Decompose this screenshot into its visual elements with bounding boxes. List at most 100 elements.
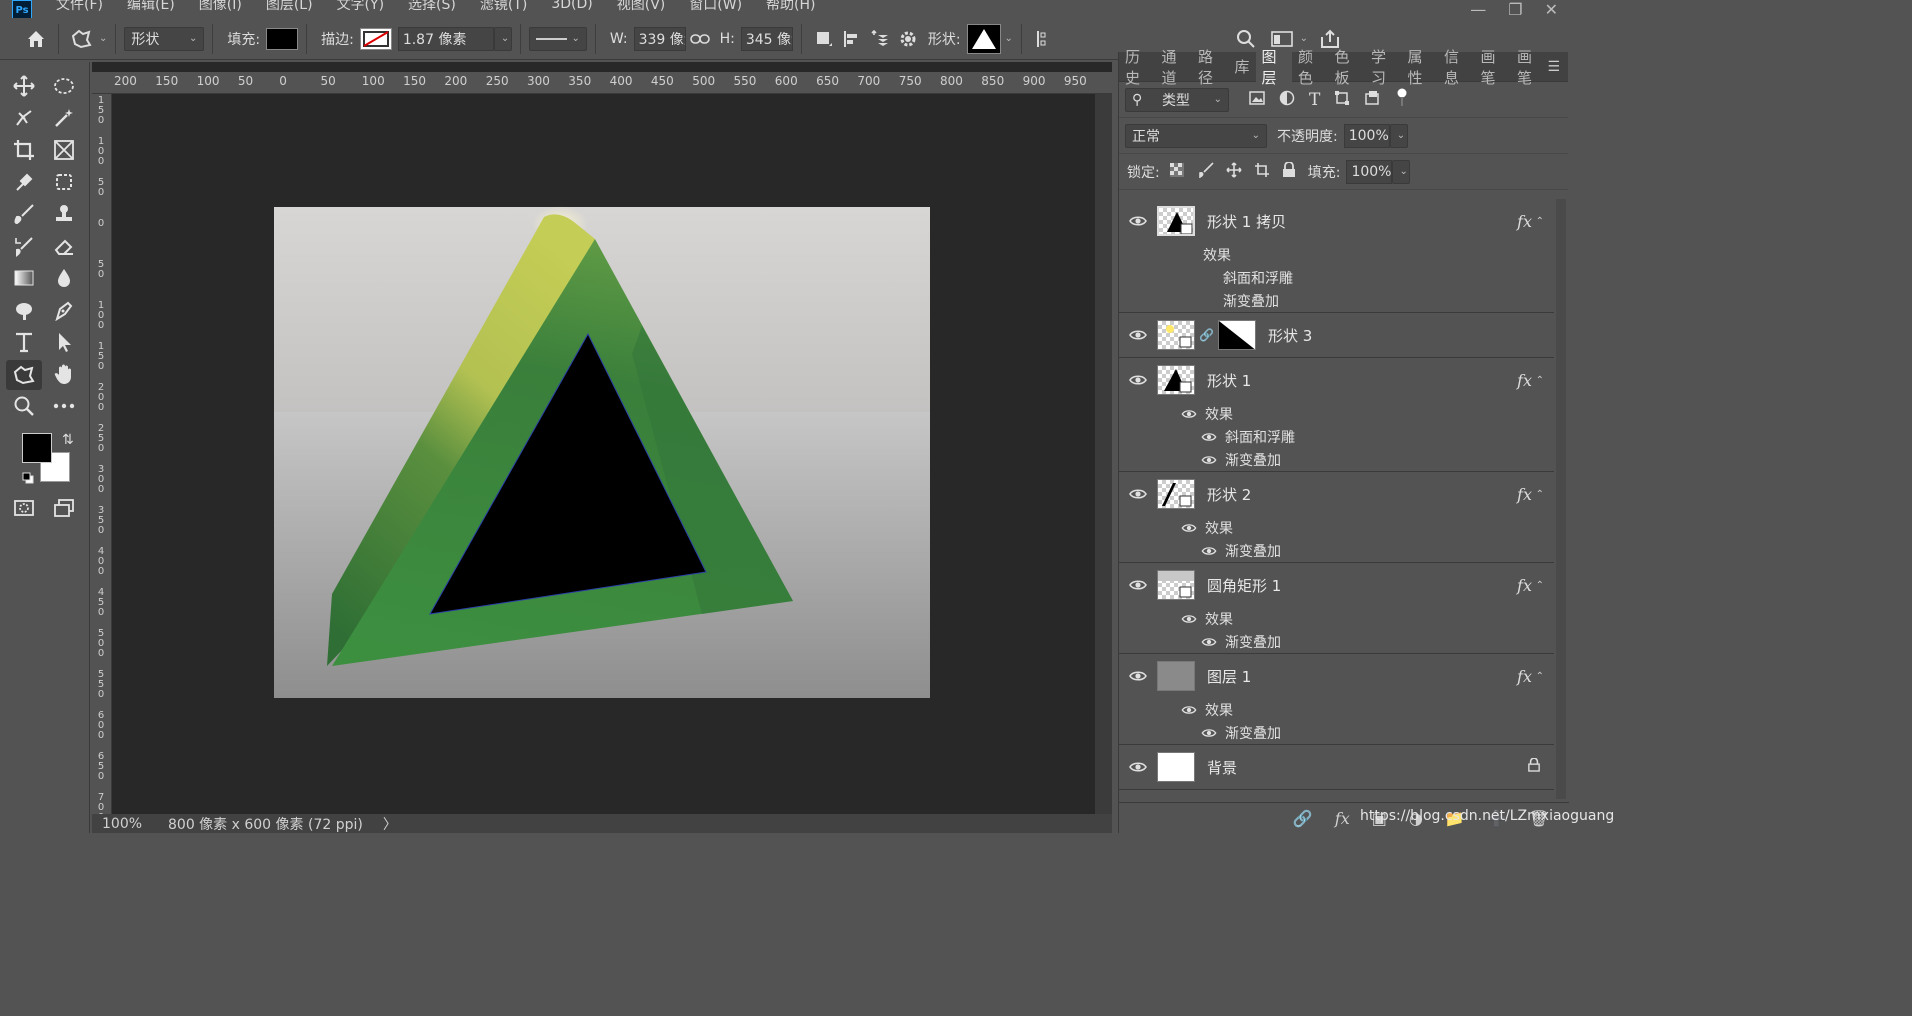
effects-group-row[interactable]: 效果: [1119, 698, 1554, 721]
path-alignment-icon[interactable]: [838, 25, 866, 53]
path-operations-icon[interactable]: [810, 25, 838, 53]
hand-tool-icon[interactable]: [50, 360, 78, 388]
tab-paths[interactable]: 路径: [1192, 48, 1229, 87]
stroke-type-select[interactable]: ⌄: [528, 26, 587, 51]
effect-gradient-overlay[interactable]: 渐变叠加: [1119, 289, 1554, 312]
visibility-eye-icon[interactable]: [1201, 455, 1217, 465]
tab-swatches[interactable]: 色板: [1329, 48, 1366, 87]
zoom-level[interactable]: 100%: [102, 816, 158, 832]
layer-header[interactable]: 形状 2 fx ⌃: [1119, 472, 1554, 516]
layer-row-shape3[interactable]: 🔗 形状 3: [1119, 313, 1554, 358]
type-layer-filter-icon[interactable]: T: [1309, 90, 1320, 110]
tab-properties[interactable]: 属性: [1402, 48, 1439, 87]
expand-caret-icon[interactable]: ⌃: [1536, 489, 1544, 500]
lock-all-icon[interactable]: [1282, 160, 1296, 182]
visibility-eye-icon[interactable]: [1119, 329, 1157, 341]
shape-layer-filter-icon[interactable]: [1334, 90, 1350, 110]
layer-header[interactable]: 🔗 形状 3: [1119, 313, 1554, 357]
lock-artboard-icon[interactable]: [1254, 162, 1270, 182]
visibility-eye-icon[interactable]: [1201, 546, 1217, 556]
tab-brush-settings[interactable]: 画笔: [1511, 48, 1548, 87]
fx-icon[interactable]: fx: [1517, 576, 1532, 595]
stamp-tool-icon[interactable]: [50, 200, 78, 228]
layer-mask-thumbnail[interactable]: [1217, 320, 1256, 350]
path-arrangement-icon[interactable]: [866, 25, 894, 53]
layer-header[interactable]: 形状 1 fx ⌃: [1119, 358, 1554, 402]
height-input[interactable]: 345 像素: [740, 26, 793, 51]
menu-select[interactable]: 选择(S): [408, 0, 456, 14]
tab-libraries[interactable]: 库: [1229, 52, 1256, 82]
tool-mode-select[interactable]: 形状 ⌄: [124, 26, 205, 51]
screen-mode-icon[interactable]: [50, 494, 78, 522]
width-input[interactable]: 339 像素: [633, 26, 686, 51]
effects-group-row[interactable]: 效果: [1119, 402, 1554, 425]
lock-pixels-brush-icon[interactable]: [1198, 161, 1214, 182]
marquee-tool-icon[interactable]: [50, 72, 78, 100]
menu-view[interactable]: 视图(V): [617, 0, 666, 14]
frame-tool-icon[interactable]: [50, 136, 78, 164]
layer-filter-select[interactable]: ⚲ 类型 ⌄: [1125, 87, 1229, 112]
expand-caret-icon[interactable]: ⌃: [1536, 580, 1544, 591]
menu-type[interactable]: 文字(Y): [337, 0, 384, 14]
visibility-eye-icon[interactable]: [1181, 409, 1197, 419]
layer-row-shape1-copy[interactable]: 形状 1 拷贝 fx ⌃ 效果 斜面和浮雕 渐变叠加: [1119, 199, 1554, 313]
visibility-eye-icon[interactable]: [1119, 215, 1157, 227]
expand-caret-icon[interactable]: ⌃: [1536, 375, 1544, 386]
menu-layer[interactable]: 图层(L): [266, 0, 313, 14]
type-tool-icon[interactable]: [10, 328, 38, 356]
shape-picker[interactable]: [966, 23, 1001, 54]
quick-mask-icon[interactable]: [10, 494, 38, 522]
layer-header[interactable]: 背景: [1119, 745, 1554, 789]
canvas-viewport[interactable]: [112, 94, 1095, 814]
more-tools-icon[interactable]: [50, 392, 78, 420]
visibility-eye-icon[interactable]: [1181, 705, 1197, 715]
layer-name[interactable]: 图层 1: [1207, 666, 1251, 687]
menu-help[interactable]: 帮助(H): [766, 0, 815, 14]
chevron-down-icon[interactable]: ⌄: [1300, 33, 1308, 44]
layer-row-rounded-rect1[interactable]: 圆角矩形 1 fx ⌃ 效果 渐变叠加: [1119, 563, 1554, 654]
visibility-eye-icon[interactable]: [1119, 670, 1157, 682]
stroke-width-dropdown[interactable]: ⌄: [493, 26, 512, 51]
layer-name[interactable]: 圆角矩形 1: [1207, 575, 1281, 596]
panel-menu-icon[interactable]: ☰: [1548, 59, 1561, 75]
layer-thumbnail[interactable]: [1157, 661, 1195, 691]
gradient-tool-icon[interactable]: [10, 264, 38, 292]
path-selection-tool-icon[interactable]: [50, 328, 78, 356]
chevron-down-icon[interactable]: ⌄: [1005, 33, 1013, 44]
chevron-down-icon[interactable]: ⌄: [99, 33, 107, 44]
tab-info[interactable]: 信息: [1438, 48, 1475, 87]
layer-row-layer1[interactable]: 图层 1 fx ⌃ 效果 渐变叠加: [1119, 654, 1554, 745]
effects-group-row[interactable]: 效果: [1119, 516, 1554, 539]
default-colors-icon[interactable]: [22, 472, 34, 484]
opacity-slider-toggle[interactable]: ⌄: [1389, 123, 1408, 148]
minimize-icon[interactable]: —: [1470, 0, 1486, 19]
lasso-tool-icon[interactable]: [10, 104, 38, 132]
visibility-eye-icon[interactable]: [1119, 488, 1157, 500]
visibility-eye-icon[interactable]: [1201, 637, 1217, 647]
stroke-swatch[interactable]: [359, 27, 392, 50]
tab-layers[interactable]: 图层: [1255, 48, 1293, 87]
search-icon[interactable]: [1232, 25, 1260, 53]
gear-icon[interactable]: [894, 25, 922, 53]
link-layers-icon[interactable]: 🔗: [1293, 809, 1313, 828]
layer-row-background[interactable]: 背景: [1119, 745, 1554, 790]
visibility-eye-icon[interactable]: [1201, 728, 1217, 738]
move-tool-icon[interactable]: [10, 72, 38, 100]
effect-gradient-overlay-row[interactable]: 渐变叠加: [1119, 448, 1554, 471]
layer-thumbnail[interactable]: [1157, 479, 1195, 509]
tab-color[interactable]: 颜色: [1292, 48, 1329, 87]
zoom-tool-icon[interactable]: [10, 392, 38, 420]
pixel-layer-filter-icon[interactable]: [1249, 90, 1265, 109]
dodge-tool-icon[interactable]: [10, 296, 38, 324]
tab-channels[interactable]: 通道: [1156, 48, 1193, 87]
menu-3d[interactable]: 3D(D): [551, 0, 592, 12]
fill-swatch[interactable]: [266, 27, 299, 50]
crop-tool-icon[interactable]: [10, 136, 38, 164]
visibility-eye-icon[interactable]: [1119, 374, 1157, 386]
smart-object-filter-icon[interactable]: [1364, 90, 1380, 110]
layer-name[interactable]: 形状 3: [1268, 325, 1312, 346]
eyedropper-tool-icon[interactable]: [10, 168, 38, 196]
pen-tool-icon[interactable]: [50, 296, 78, 324]
fx-icon[interactable]: fx: [1517, 212, 1532, 231]
mask-link-icon[interactable]: 🔗: [1199, 328, 1214, 342]
